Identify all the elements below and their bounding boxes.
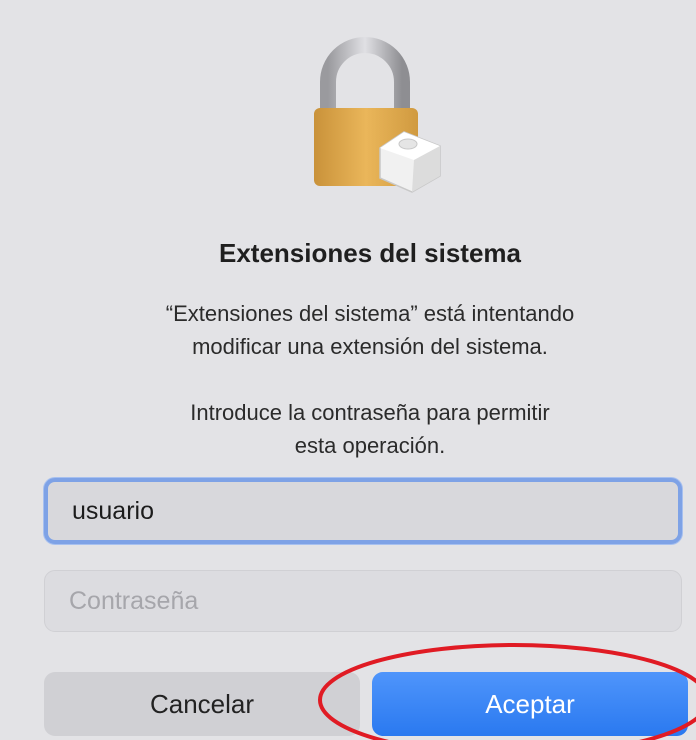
dialog-instructions: Introduce la contraseña para permitir es… [0,396,696,462]
dialog-title: Extensiones del sistema [218,238,522,268]
accept-button[interactable]: Aceptar [372,672,688,736]
instruction-line: esta operación. [294,433,446,458]
instruction-line: Introduce la contraseña para permitir [190,400,550,425]
cancel-button[interactable]: Cancelar [44,672,360,736]
authentication-dialog: Extensiones del sistema “Extensiones del… [0,0,696,740]
password-field[interactable]: Contraseña [44,570,682,632]
lock-icon [314,37,441,193]
dialog-message: “Extensiones del sistema” está intentand… [0,297,696,363]
message-line: modificar una extensión del sistema. [192,334,548,359]
username-value: usuario [72,496,154,525]
username-field[interactable]: usuario [44,478,682,544]
password-placeholder: Contraseña [69,586,199,615]
message-line: “Extensiones del sistema” está intentand… [165,301,575,326]
